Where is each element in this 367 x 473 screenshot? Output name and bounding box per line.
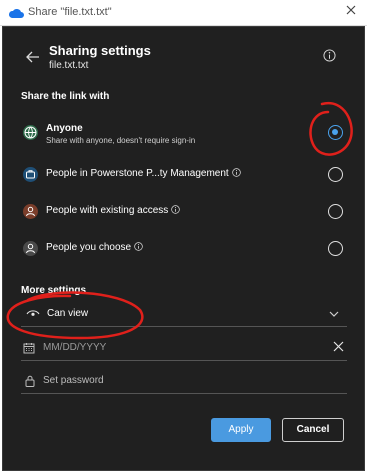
password-placeholder: Set password bbox=[43, 375, 104, 386]
back-arrow-icon[interactable] bbox=[25, 49, 41, 65]
permission-dropdown[interactable]: Can view bbox=[21, 303, 347, 327]
radio-existing-access[interactable] bbox=[328, 204, 343, 219]
calendar-icon bbox=[23, 343, 35, 354]
option-existing-access-label: People with existing access bbox=[46, 205, 181, 216]
option-existing-access-text: People with existing access bbox=[46, 205, 169, 216]
radio-anyone-selected[interactable] bbox=[328, 125, 343, 140]
more-settings-title: More settings bbox=[21, 285, 87, 296]
info-icon[interactable] bbox=[323, 49, 336, 62]
chevron-down-icon bbox=[329, 311, 339, 317]
info-icon[interactable] bbox=[231, 168, 241, 177]
option-anyone[interactable]: Anyone Share with anyone, doesn't requir… bbox=[3, 113, 364, 153]
date-placeholder: MM/DD/YYYY bbox=[43, 342, 107, 353]
window-titlebar: Share "file.txt.txt" bbox=[0, 0, 367, 26]
close-icon bbox=[346, 5, 356, 15]
clear-date-icon[interactable] bbox=[333, 341, 344, 352]
permission-value: Can view bbox=[47, 308, 89, 319]
option-people-you-choose-text: People you choose bbox=[46, 242, 132, 253]
info-icon[interactable] bbox=[134, 242, 143, 251]
apply-button[interactable]: Apply bbox=[211, 418, 271, 442]
briefcase-icon bbox=[23, 167, 38, 182]
info-icon[interactable] bbox=[171, 205, 181, 214]
sharing-settings-panel: Sharing settings file.txt.txt Share the … bbox=[2, 26, 365, 471]
eye-icon bbox=[26, 310, 40, 316]
person-icon bbox=[23, 241, 38, 256]
option-people-in-org-label: People in Powerstone P...ty Management bbox=[46, 168, 241, 179]
radio-people-in-org[interactable] bbox=[328, 167, 343, 182]
option-anyone-description: Share with anyone, doesn't require sign-… bbox=[46, 136, 196, 145]
radio-people-you-choose[interactable] bbox=[328, 241, 343, 256]
onedrive-cloud-icon bbox=[8, 8, 24, 18]
password-field[interactable]: Set password bbox=[21, 370, 347, 394]
lock-icon bbox=[25, 375, 35, 387]
window-title: Share "file.txt.txt" bbox=[28, 6, 112, 18]
expiration-date-field[interactable]: MM/DD/YYYY bbox=[21, 337, 347, 361]
option-people-in-org[interactable]: People in Powerstone P...ty Management bbox=[3, 155, 364, 195]
globe-icon bbox=[23, 125, 38, 140]
share-section-title: Share the link with bbox=[21, 91, 110, 102]
option-people-in-org-text: People in Powerstone P...ty Management bbox=[46, 168, 229, 179]
person-icon bbox=[23, 204, 38, 219]
option-people-you-choose-label: People you choose bbox=[46, 242, 143, 253]
option-people-you-choose[interactable]: People you choose bbox=[3, 229, 364, 269]
cancel-button[interactable]: Cancel bbox=[282, 418, 344, 442]
option-existing-access[interactable]: People with existing access bbox=[3, 192, 364, 232]
option-anyone-label: Anyone bbox=[46, 123, 83, 134]
page-title: Sharing settings bbox=[49, 43, 151, 58]
file-name: file.txt.txt bbox=[49, 60, 89, 71]
window-close-button[interactable] bbox=[344, 4, 358, 18]
